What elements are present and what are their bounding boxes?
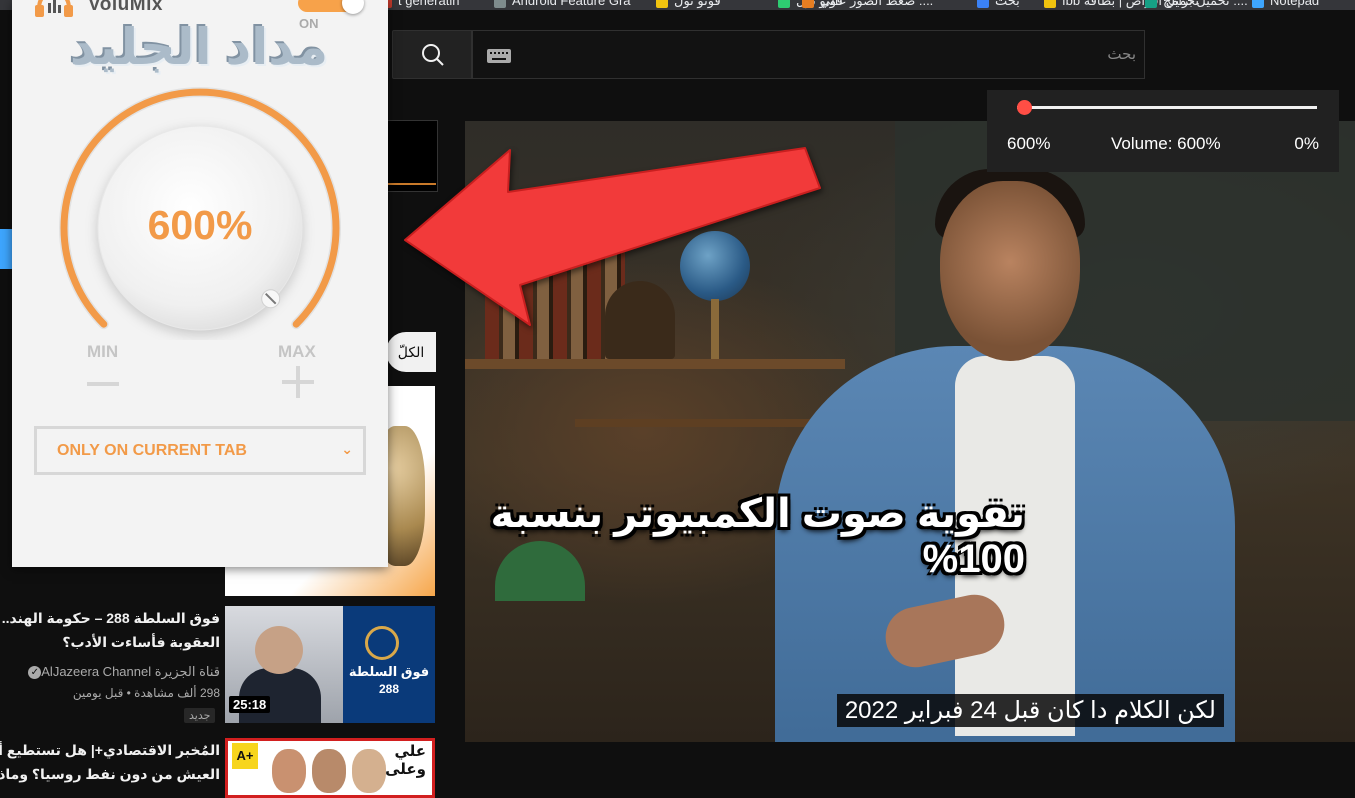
video-meta: 298 ألف مشاهدة • قبل يومين [72,686,220,700]
bookmark-favicon-icon [1252,0,1264,8]
toggle-knob [342,0,364,14]
thumbnail-graphic: فوق السلطة 288 [343,606,435,723]
verified-icon: ✓ [28,666,42,680]
aljazeera-logo-icon [365,626,399,660]
divider [384,183,436,185]
bookmark-item[interactable]: ...: ضغط الصور عالي [820,0,933,9]
globe [680,231,750,301]
bookmark-item[interactable]: Notepad [1270,0,1319,8]
video-title-line2[interactable]: العقوبة فأساءت الأدب؟ [62,634,220,651]
chevron-down-icon: ⌄ [341,441,353,457]
search-button[interactable] [392,30,472,79]
channel-name-text: قناة الجزيرة AlJazeera Channel [41,664,220,679]
app-title: VoluMix [88,0,163,15]
thumbnail-title: فوق السلطة [348,664,430,679]
search-placeholder: بحث [1107,46,1136,63]
watermark-text: مداد الجليد [69,19,329,75]
channel-name[interactable]: قناة الجزيرة AlJazeera Channel✓ [24,664,220,680]
globe-stand [711,299,719,359]
video-overlay-text: تقوية صوت الكمبيوتر بنسبة 100% [490,492,1025,581]
bookshelf [485,251,625,361]
volume-max-label: 600% [1007,134,1051,153]
video-title-line2[interactable]: العيش من دون نفط روسيا؟ وماذا لو انقط [0,766,220,783]
bookmark-favicon-icon [802,0,814,8]
volume-slider-track[interactable] [1017,106,1317,109]
presenter-face [255,626,303,674]
bookmark-favicon-icon [1044,0,1056,8]
search-icon [422,44,444,66]
bookmark-item[interactable]: Android Feature Gra [512,0,631,8]
video-title[interactable]: المُخبر الاقتصادي+| هل تستطيع أوروب [0,742,220,759]
new-badge: جديد [184,708,216,723]
bookmark-item[interactable]: ...: تحميل برامج [1163,0,1248,9]
shelf [465,359,845,369]
sidebar-indicator [0,229,12,269]
increase-button[interactable] [282,366,314,398]
thumbnail-text: علي وعلى [385,743,426,778]
keyboard-icon[interactable] [487,49,511,63]
power-toggle[interactable] [298,0,364,14]
presenter-head [940,181,1080,361]
bookmark-favicon-icon [778,0,790,8]
max-label: MAX [278,342,316,361]
bookmark-favicon-icon [1145,0,1157,8]
volume-min-label: 0% [1294,134,1319,153]
bookmark-item[interactable]: بحث [995,0,1020,9]
dial-value: 600% [147,202,253,248]
mode-select-value: ONLY ON CURRENT TAB [57,442,247,459]
bookmark-item[interactable]: t generatin [398,0,459,8]
video-player[interactable]: تقوية صوت الكمبيوتر بنسبة 100% لكن الكلا… [465,121,1355,742]
volume-slider-knob[interactable] [1017,100,1032,115]
decrease-button[interactable] [87,368,119,400]
headphones-icon [35,0,73,17]
page-left-edge [0,10,12,570]
thumbnail-number: 288 [378,682,400,696]
bookmark-favicon-icon [656,0,668,8]
bookmark-item[interactable]: فوتو تول [674,0,721,9]
bookmark-favicon-icon [977,0,989,8]
face-image [272,749,306,793]
video-title[interactable]: فوق السلطة 288 – حكومة الهند.. هل [0,610,220,627]
bookmark-favicon-icon [494,0,506,8]
volumix-popup: VoluMix ON مداد الجليد 600% MIN MAX ONLY… [12,0,388,567]
min-label: MIN [87,342,119,361]
video-duration: 25:18 [229,696,271,713]
video-thumbnail[interactable]: A+ علي وعلى [225,738,435,798]
chip-all[interactable]: الكلّ [386,332,436,372]
mini-panel [384,120,438,192]
dial-handle-icon[interactable] [261,289,281,309]
volume-current-label: Volume: 600% [1111,134,1221,153]
video-caption: لكن الكلام دا كان قبل 24 فبراير 2022 [836,694,1224,727]
face-image [352,749,386,793]
volume-overlay: 600% Volume: 600% 0% [987,90,1339,172]
thumbnail-badge: A+ [232,743,258,769]
mode-select[interactable]: ONLY ON CURRENT TAB ⌄ [34,426,366,475]
face-image [312,749,346,793]
search-input[interactable]: بحث [472,30,1145,79]
shelf-clock [605,281,675,359]
